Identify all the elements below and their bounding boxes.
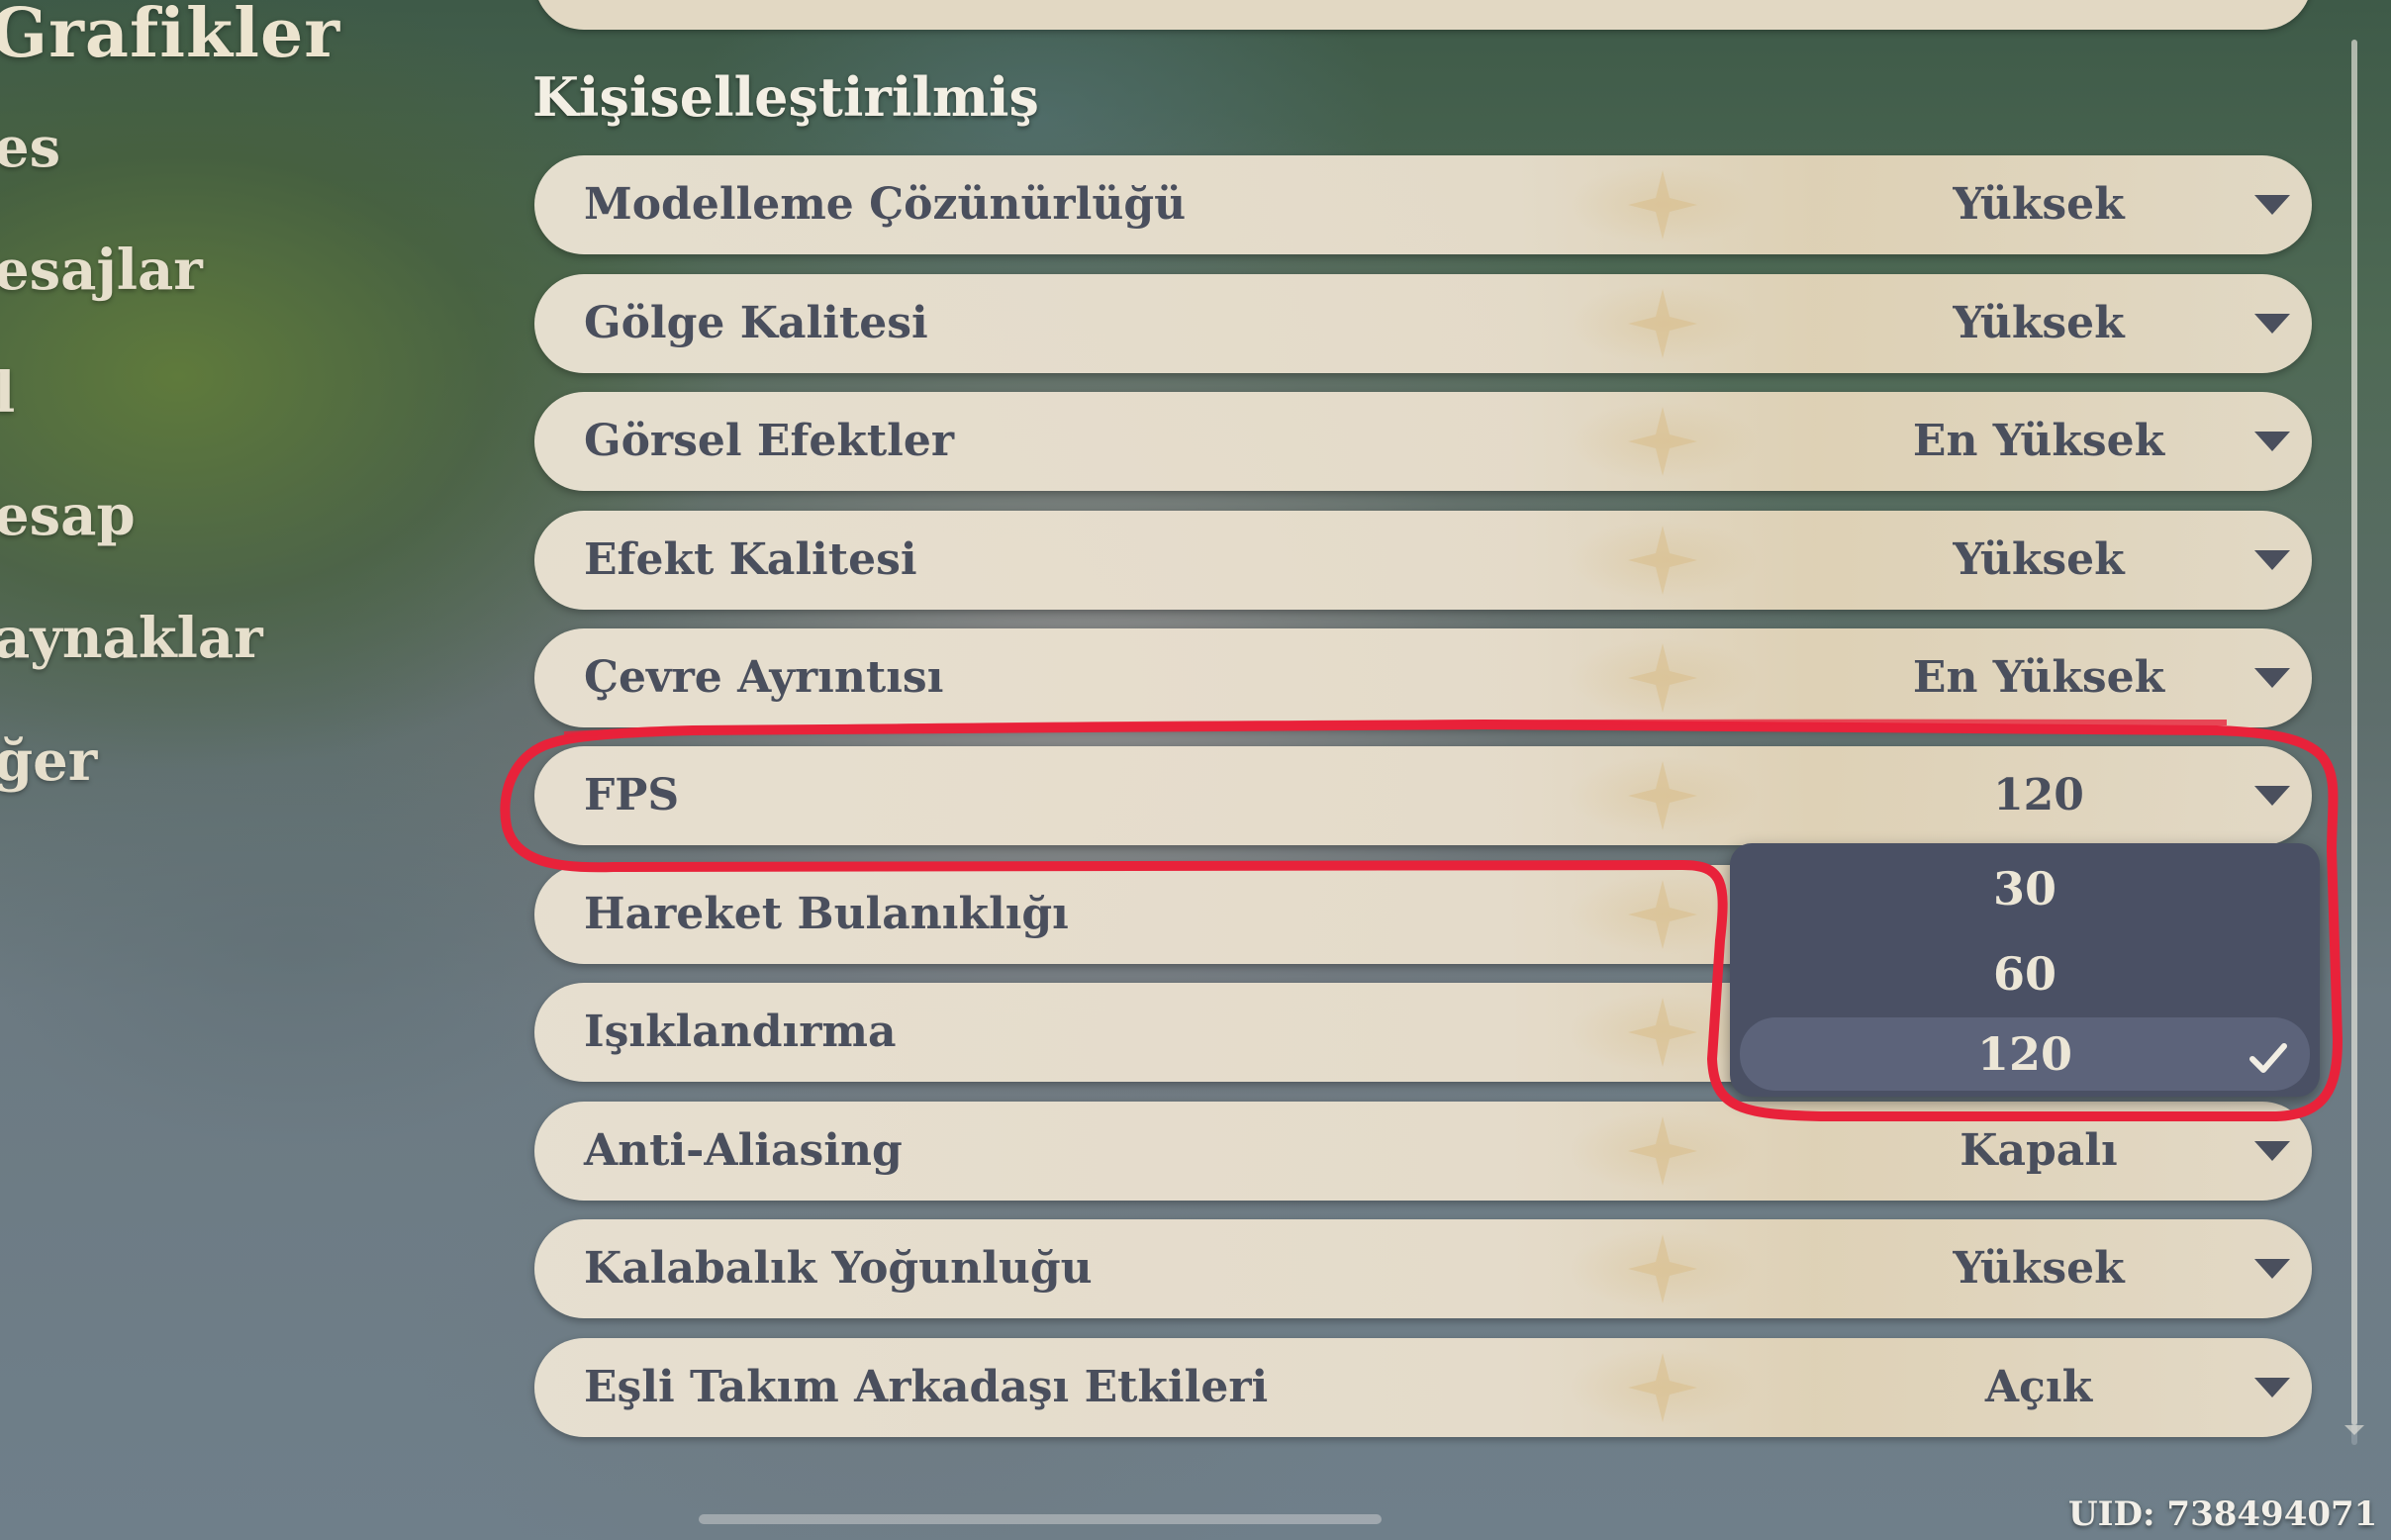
setting-label: Işıklandırma: [584, 1007, 897, 1057]
setting-row-crowd-density[interactable]: Kalabalık Yoğunluğu Yüksek: [534, 1219, 2312, 1318]
setting-row-environment-detail[interactable]: Çevre Ayrıntısı En Yüksek: [534, 628, 2312, 727]
setting-row-coop-teammate-effects[interactable]: Eşli Takım Arkadaşı Etkileri Açık: [534, 1338, 2312, 1437]
setting-label: Kalabalık Yoğunluğu: [584, 1243, 1093, 1294]
setting-label: Efekt Kalitesi: [584, 534, 917, 585]
setting-row-visual-effects[interactable]: Görsel Efektler En Yüksek: [534, 392, 2312, 491]
chevron-down-icon[interactable]: [2254, 668, 2290, 688]
setting-label: Görsel Efektler: [584, 416, 955, 466]
settings-nav: Grafikler es esajlar l esap aynaklar ğer: [0, 0, 475, 1540]
setting-value[interactable]: 120: [1821, 746, 2256, 845]
home-indicator[interactable]: [699, 1514, 1382, 1524]
checkmark-icon: [2249, 1043, 2287, 1073]
chevron-down-icon[interactable]: [2254, 1141, 2290, 1161]
setting-value[interactable]: Açık: [1821, 1338, 2256, 1437]
chevron-down-icon[interactable]: [2254, 1378, 2290, 1397]
chevron-down-icon[interactable]: [2254, 432, 2290, 451]
fps-option-120-selected[interactable]: 120: [1740, 1017, 2310, 1091]
setting-value[interactable]: Yüksek: [1821, 155, 2256, 254]
scroll-down-icon[interactable]: [2344, 1425, 2364, 1435]
chevron-down-icon[interactable]: [2254, 786, 2290, 806]
nav-item-1[interactable]: es: [0, 115, 60, 180]
setting-value[interactable]: Kapalı: [1821, 1102, 2256, 1201]
setting-label: Modelleme Çözünürlüğü: [584, 179, 1187, 230]
setting-value[interactable]: Yüksek: [1821, 274, 2256, 373]
setting-row-fps[interactable]: FPS 120: [534, 746, 2312, 845]
nav-item-account[interactable]: esap: [0, 483, 136, 548]
setting-label: Gölge Kalitesi: [584, 298, 928, 348]
setting-row-effect-quality[interactable]: Efekt Kalitesi Yüksek: [534, 511, 2312, 610]
setting-value[interactable]: En Yüksek: [1821, 628, 2256, 727]
chevron-down-icon[interactable]: [2254, 195, 2290, 215]
chevron-down-icon[interactable]: [2254, 550, 2290, 570]
setting-value[interactable]: En Yüksek: [1821, 392, 2256, 491]
section-title: Kişiselleştirilmiş: [532, 65, 1039, 129]
nav-item-resources[interactable]: aynaklar: [0, 606, 263, 671]
chevron-down-icon[interactable]: [2254, 314, 2290, 334]
setting-row-shadow-quality[interactable]: Gölge Kalitesi Yüksek: [534, 274, 2312, 373]
uid-label: UID: 738494071: [2068, 1494, 2378, 1534]
scrollbar-thumb[interactable]: [2351, 40, 2357, 1425]
setting-value[interactable]: Yüksek: [1821, 1219, 2256, 1318]
setting-row-model-resolution[interactable]: Modelleme Çözünürlüğü Yüksek: [534, 155, 2312, 254]
setting-label: FPS: [584, 770, 680, 820]
setting-label: Çevre Ayrıntısı: [584, 652, 944, 703]
setting-label: Hareket Bulanıklığı: [584, 889, 1069, 939]
chevron-down-icon[interactable]: [2254, 1259, 2290, 1279]
setting-row-anti-aliasing[interactable]: Anti-Aliasing Kapalı: [534, 1102, 2312, 1201]
nav-item-messages[interactable]: esajlar: [0, 238, 203, 303]
setting-label: Anti-Aliasing: [584, 1125, 903, 1176]
fps-dropdown-menu: 30 60 120: [1730, 843, 2320, 1097]
setting-value[interactable]: Yüksek: [1821, 511, 2256, 610]
setting-label: Eşli Takım Arkadaşı Etkileri: [584, 1362, 1269, 1412]
nav-item-other[interactable]: ğer: [0, 728, 97, 794]
fps-option-60[interactable]: 60: [1730, 932, 2320, 1015]
fps-option-30[interactable]: 30: [1730, 847, 2320, 930]
setting-row-cut-off[interactable]: [534, 0, 2312, 30]
nav-title-graphics[interactable]: Grafikler: [0, 0, 340, 73]
nav-item-3[interactable]: l: [0, 360, 15, 426]
